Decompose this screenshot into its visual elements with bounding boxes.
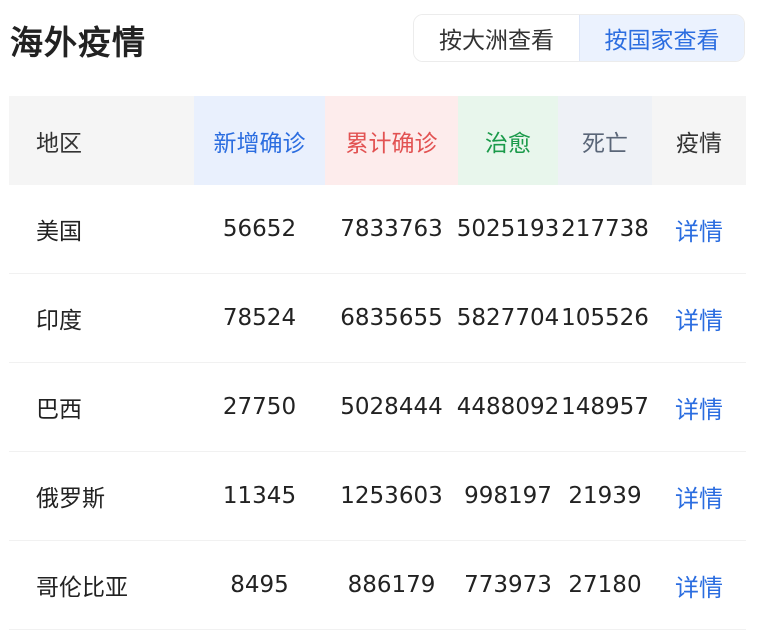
row-total-confirmed: 6835655 [340, 305, 443, 331]
column-header-cured[interactable]: 治愈 [458, 96, 558, 185]
detail-link[interactable]: 详情 [675, 212, 723, 247]
row-total-confirmed: 1253603 [340, 483, 443, 509]
row-region: 俄罗斯 [36, 486, 105, 512]
row-cured: 5827704 [456, 305, 560, 331]
row-detail-cell: 详情 [652, 541, 746, 629]
detail-link[interactable]: 详情 [675, 390, 723, 425]
table-row: 巴西 27750 5028444 4488092 148957 详情 [9, 363, 746, 452]
view-by-country-button[interactable]: 按国家查看 [579, 15, 744, 61]
row-total-confirmed: 7833763 [340, 216, 443, 242]
detail-link[interactable]: 详情 [675, 568, 723, 603]
row-region: 巴西 [36, 397, 82, 423]
row-dead: 217738 [561, 216, 649, 242]
table-header-row: 地区 新增确诊 累计确诊 治愈 死亡 疫情 [9, 96, 746, 185]
row-detail-cell: 详情 [652, 452, 746, 540]
row-new-confirmed: 11345 [222, 483, 297, 509]
page-title: 海外疫情 [10, 23, 146, 62]
column-header-dead[interactable]: 死亡 [558, 96, 652, 185]
column-header-detail: 疫情 [652, 96, 746, 185]
row-detail-cell: 详情 [652, 185, 746, 273]
view-by-continent-button[interactable]: 按大洲查看 [414, 15, 579, 61]
row-dead: 21939 [568, 483, 642, 509]
row-dead: 105526 [561, 305, 649, 331]
column-header-region: 地区 [9, 96, 194, 185]
row-region: 印度 [36, 308, 82, 334]
row-detail-cell: 详情 [652, 274, 746, 362]
row-new-confirmed: 56652 [222, 216, 297, 242]
column-header-new-confirmed[interactable]: 新增确诊 [194, 96, 325, 185]
table-row: 俄罗斯 11345 1253603 998197 21939 详情 [9, 452, 746, 541]
detail-link[interactable]: 详情 [675, 479, 723, 514]
header: 海外疫情 按大洲查看 按国家查看 [0, 0, 763, 90]
view-toggle: 按大洲查看 按国家查看 [413, 14, 745, 62]
row-new-confirmed: 8495 [230, 572, 289, 598]
column-header-total-confirmed[interactable]: 累计确诊 [325, 96, 458, 185]
row-new-confirmed: 78524 [222, 305, 297, 331]
row-cured: 5025193 [456, 216, 560, 242]
country-table: 地区 新增确诊 累计确诊 治愈 死亡 疫情 美国 56652 7833763 5… [9, 96, 746, 630]
row-cured: 773973 [464, 572, 552, 598]
row-dead: 27180 [568, 572, 642, 598]
table-row: 哥伦比亚 8495 886179 773973 27180 详情 [9, 541, 746, 630]
row-region: 哥伦比亚 [36, 575, 128, 601]
row-new-confirmed: 27750 [222, 394, 297, 420]
table-row: 美国 56652 7833763 5025193 217738 详情 [9, 185, 746, 274]
row-region: 美国 [36, 219, 82, 245]
row-detail-cell: 详情 [652, 363, 746, 451]
table-row: 印度 78524 6835655 5827704 105526 详情 [9, 274, 746, 363]
row-total-confirmed: 5028444 [340, 394, 443, 420]
row-dead: 148957 [561, 394, 649, 420]
row-cured: 998197 [464, 483, 552, 509]
row-total-confirmed: 886179 [347, 572, 436, 598]
detail-link[interactable]: 详情 [675, 301, 723, 336]
row-cured: 4488092 [456, 394, 560, 420]
